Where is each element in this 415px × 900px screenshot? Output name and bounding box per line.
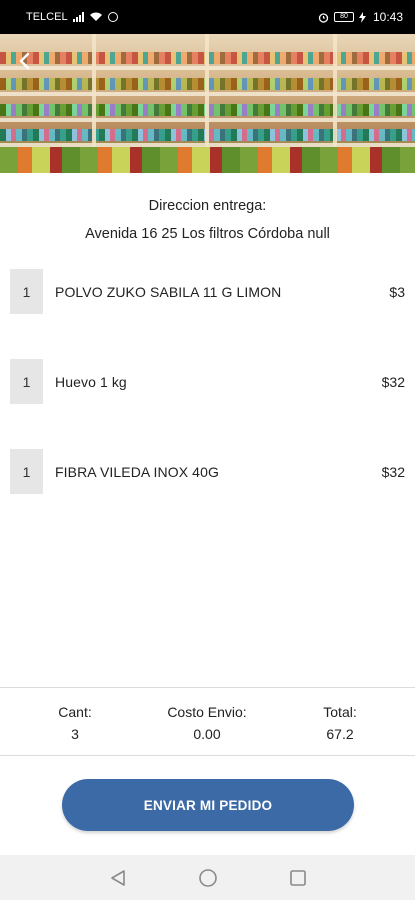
shipping-value: 0.00 [193, 726, 221, 742]
item-price: $3 [389, 283, 405, 300]
delivery-label: Direccion entrega: [148, 198, 267, 214]
status-time: 10:43 [372, 10, 403, 24]
item-quantity: 1 [10, 449, 43, 494]
item-price: $32 [381, 463, 405, 480]
status-left: TELCEL [26, 11, 118, 23]
status-bar: TELCEL 80 10:43 [0, 0, 415, 34]
back-triangle-icon [110, 869, 125, 886]
store-banner-image [0, 34, 415, 173]
nav-back-button[interactable] [107, 867, 129, 889]
wifi-icon [89, 12, 102, 21]
total-label: Total: [323, 704, 357, 720]
status-right: 80 10:43 [318, 10, 403, 24]
nav-home-button[interactable] [197, 867, 219, 889]
carrier-label: TELCEL [26, 11, 68, 23]
list-item: 1 POLVO ZUKO SABILA 11 G LIMON $3 [0, 269, 415, 314]
signal-icon [72, 12, 84, 22]
list-item: 1 Huevo 1 kg $32 [0, 359, 415, 404]
back-button[interactable] [12, 49, 36, 73]
item-price: $32 [381, 373, 405, 390]
home-circle-icon [198, 868, 217, 887]
item-name: POLVO ZUKO SABILA 11 G LIMON [55, 283, 282, 300]
total-value: 67.2 [326, 726, 354, 742]
item-quantity: 1 [10, 359, 43, 404]
item-name: Huevo 1 kg [55, 373, 127, 390]
alarm-icon [318, 12, 329, 23]
item-name: FIBRA VILEDA INOX 40G [55, 463, 219, 480]
shipping-label: Costo Envio: [167, 704, 247, 720]
nav-recents-button[interactable] [287, 867, 309, 889]
quantity-value: 3 [71, 726, 79, 742]
list-item: 1 FIBRA VILEDA INOX 40G $32 [0, 449, 415, 494]
battery-icon: 80 [333, 12, 354, 22]
item-quantity: 1 [10, 269, 43, 314]
quantity-label: Cant: [58, 704, 92, 720]
order-summary: Cant: 3 Costo Envio: 0.00 Total: 67.2 [0, 687, 415, 756]
recents-square-icon [289, 869, 306, 886]
notification-icon [107, 12, 118, 22]
delivery-address: Avenida 16 25 Los filtros Córdoba null [85, 226, 330, 242]
system-nav-bar [0, 855, 415, 900]
send-order-button[interactable]: ENVIAR MI PEDIDO [62, 779, 354, 831]
charging-icon [358, 11, 366, 23]
chevron-left-icon [19, 52, 30, 70]
